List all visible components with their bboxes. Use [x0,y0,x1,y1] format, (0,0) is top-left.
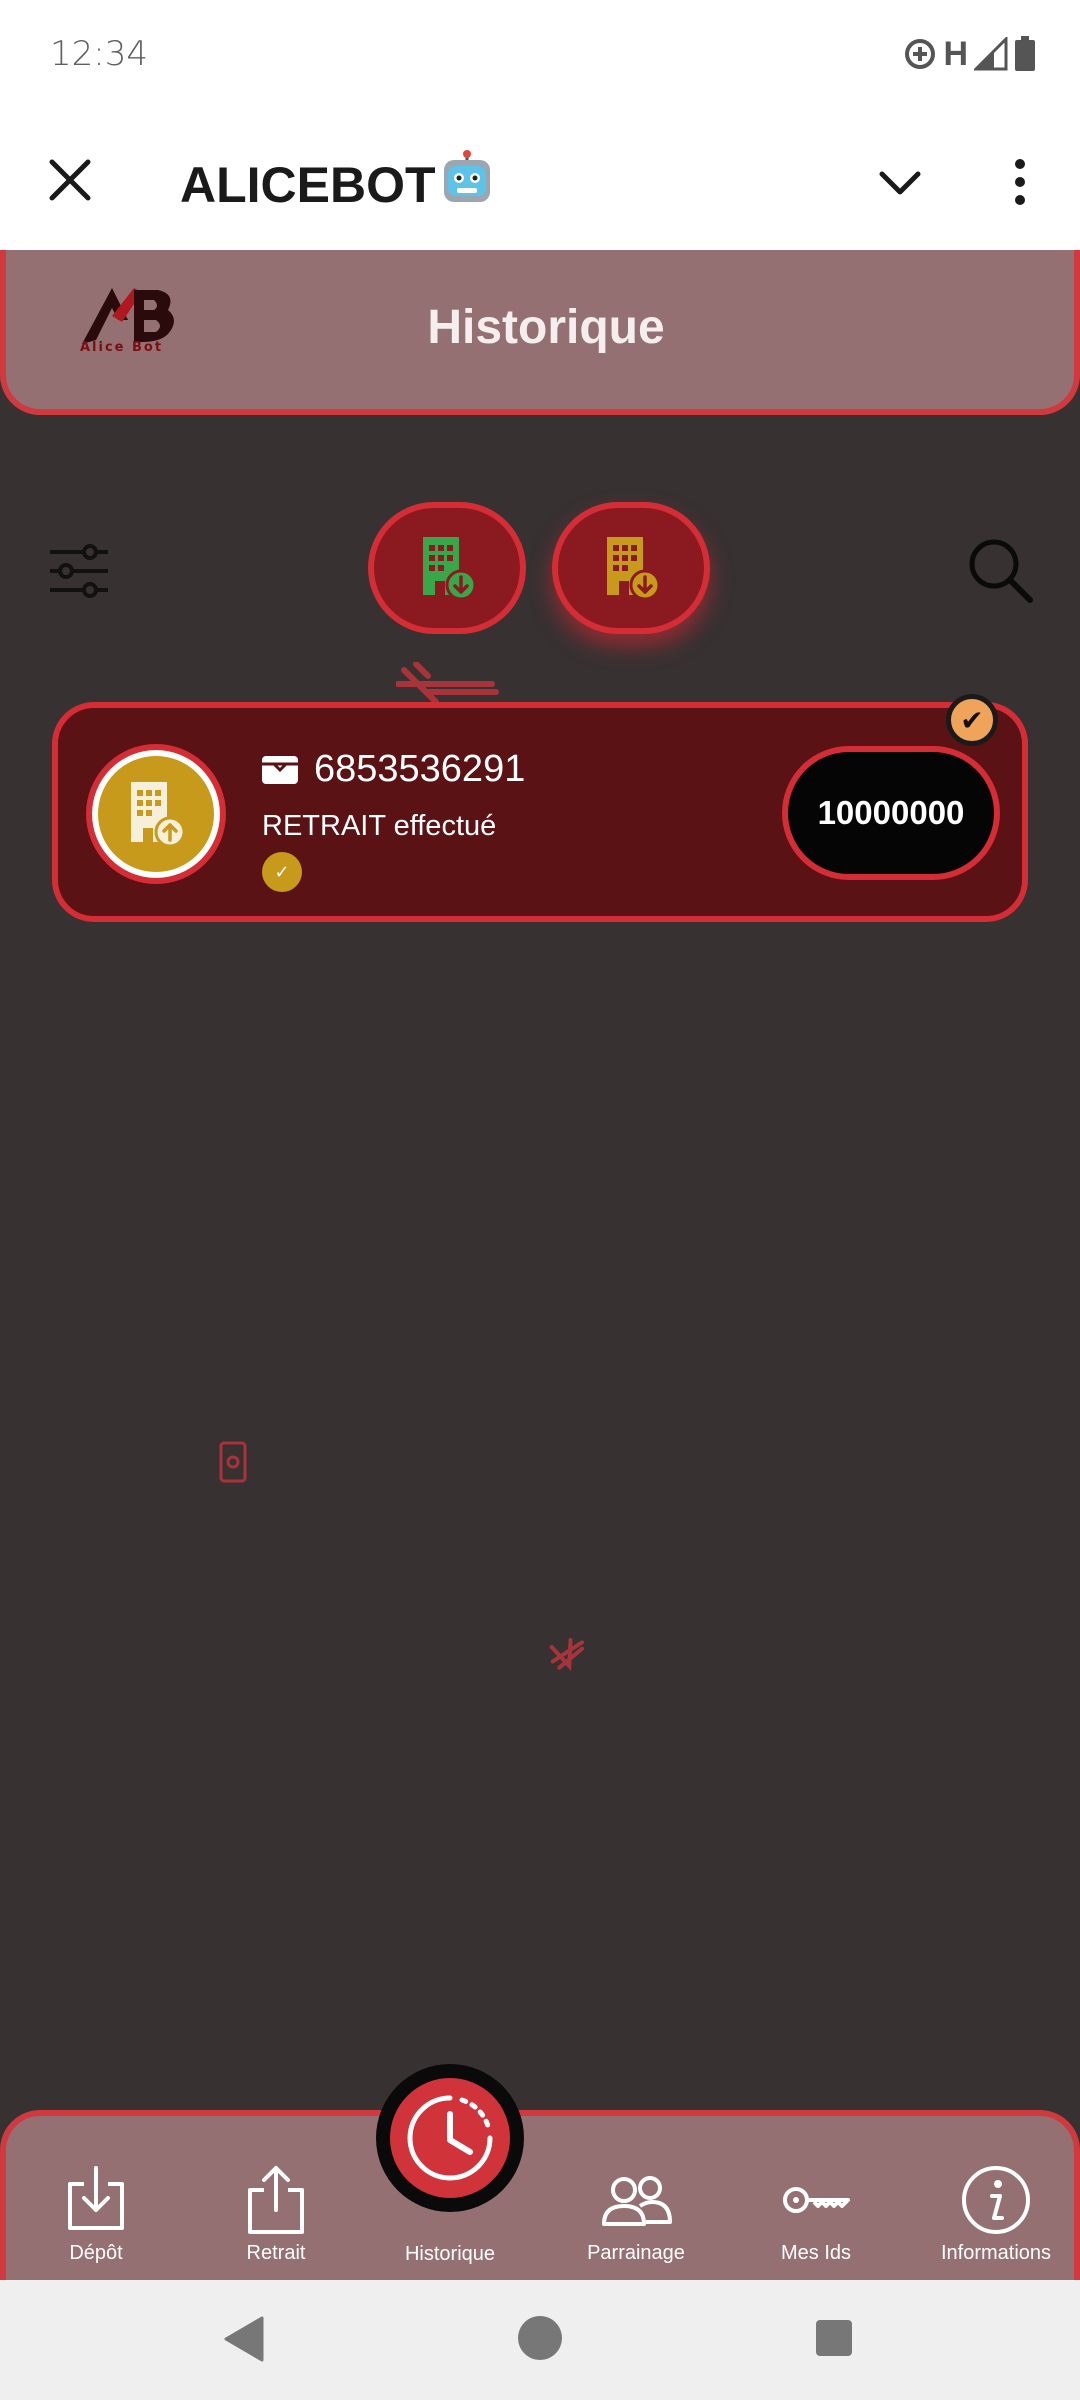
building-upload-icon [131,782,186,848]
close-button[interactable] [40,150,100,210]
check-icon: ✓ [262,852,302,892]
minimize-button[interactable] [870,152,930,212]
deposit-filter-icon [423,537,477,601]
upload-share-icon [248,2166,304,2234]
nav-label-retrait: Retrait [246,2242,306,2264]
nav-label-depot: Dépôt [69,2242,123,2264]
robot-icon [438,150,496,220]
search-button[interactable] [966,536,1036,606]
history-clock-icon [407,2095,493,2181]
nav-label-historique: Historique [404,2243,496,2265]
filter-button[interactable] [48,540,110,602]
more-options-button[interactable] [990,152,1050,212]
wallet-icon [262,755,298,784]
signal-icon [974,37,1008,71]
transaction-type-avatar [86,744,226,884]
status-icons: H [903,34,1036,74]
decorative-currency-icon [396,662,499,705]
deposit-filter-button[interactable] [368,502,526,634]
battery-icon [1015,36,1035,71]
nav-item-depot[interactable]: Dépôt [6,2164,186,2284]
nav-label-informations: Informations [940,2242,1052,2264]
nav-label-mes-ids: Mes Ids [780,2242,852,2264]
app-title-text: ALICEBOT [180,157,436,213]
page-title: Historique [427,301,665,354]
withdraw-filter-button[interactable] [552,502,710,634]
search-icon [969,539,1033,603]
app-title: ALICEBOT [180,150,496,220]
transaction-card[interactable]: 6853536291 RETRAIT effectué ✓ 10000000 ✔ [52,694,1028,922]
bottom-nav: Dépôt Retrait Parrainage Mes Ids Informa… [0,2110,1080,2280]
people-icon [602,2176,672,2226]
nav-item-parrainage[interactable]: Parrainage [546,2164,726,2284]
chevron-down-icon [879,171,921,195]
nav-item-mes-ids[interactable]: Mes Ids [726,2164,906,2284]
status-time: 12:34 [50,34,148,74]
status-bar: 12:34 H [0,0,1080,110]
nav-label-parrainage: Parrainage [587,2242,685,2264]
page-header: Alice Bot Historique [0,250,1080,415]
recents-icon[interactable] [816,2320,852,2356]
back-icon[interactable] [222,2316,266,2362]
transaction-id: 6853536291 [260,748,525,791]
system-nav-bar [0,2280,1080,2400]
download-tray-icon [68,2166,124,2230]
more-vert-icon [1015,159,1025,205]
nav-item-informations[interactable]: Informations [906,2164,1080,2284]
nav-item-historique[interactable] [376,2064,524,2212]
transaction-id-text: 6853536291 [314,748,526,790]
app-bar: ALICEBOT [0,110,1080,250]
data-saver-icon [905,39,936,69]
filter-sliders-icon [50,544,108,598]
nav-item-retrait[interactable]: Retrait [186,2164,366,2284]
transaction-status: RETRAIT effectué [262,810,497,842]
decorative-banknote-icon [219,1441,247,1483]
decorative-coin-icon [549,1638,585,1672]
transaction-amount: 10000000 [782,746,1000,880]
verified-check-icon: ✔ [946,694,998,746]
withdraw-filter-icon [607,537,661,601]
home-icon[interactable] [518,2316,562,2360]
history-button-inner [390,2078,510,2198]
close-icon [49,159,91,201]
info-icon [962,2166,1030,2234]
key-icon [783,2187,850,2213]
network-h-icon: H [943,34,968,73]
